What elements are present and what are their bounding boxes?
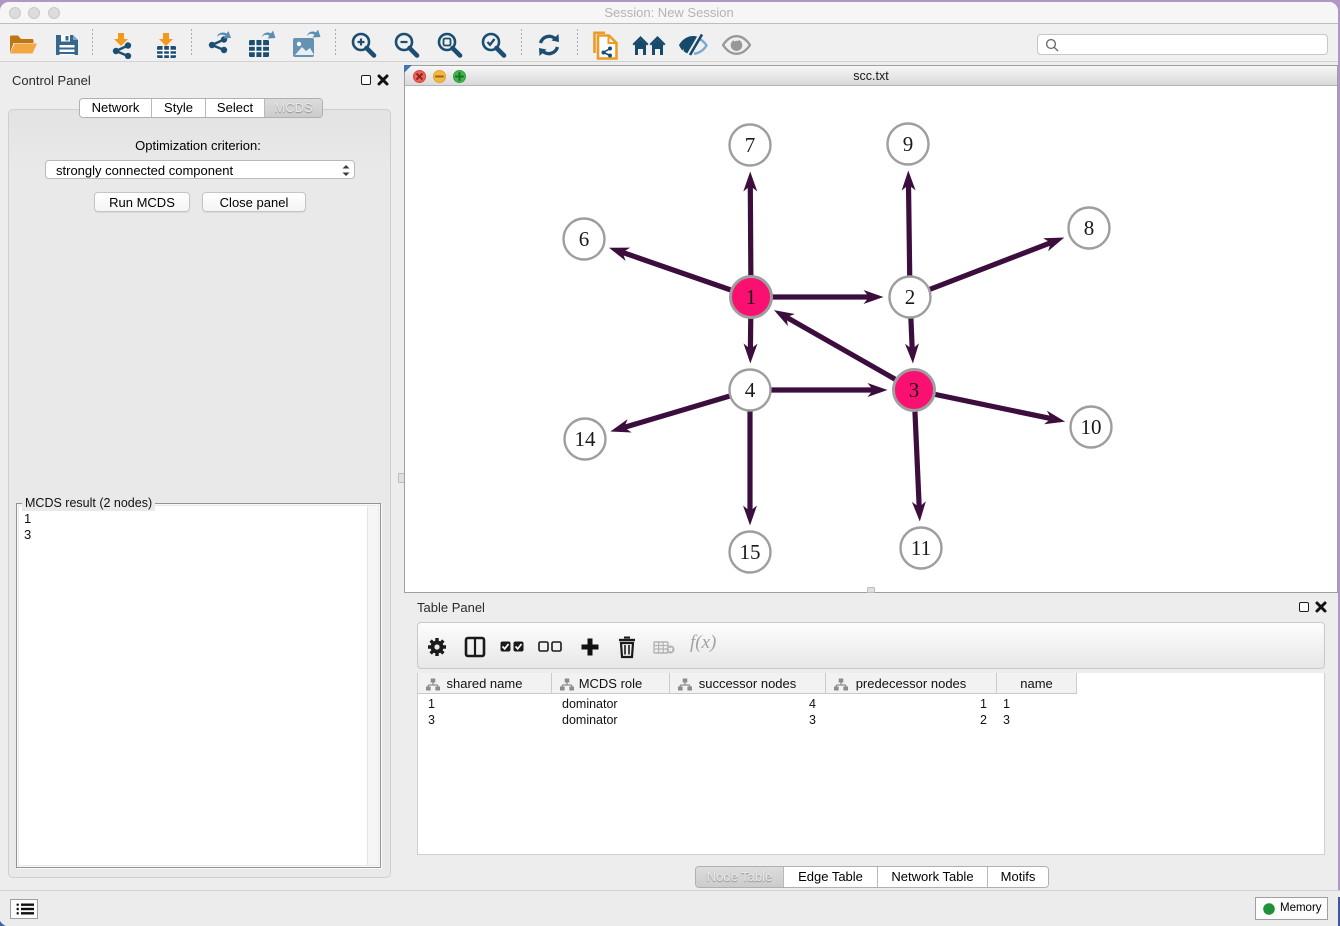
svg-text:7: 7 [745,133,756,157]
svg-text:2: 2 [905,285,916,309]
svg-text:3: 3 [909,378,920,402]
svg-text:6: 6 [579,227,590,251]
svg-text:10: 10 [1081,415,1102,439]
svg-text:14: 14 [575,427,597,451]
svg-text:15: 15 [740,540,761,564]
svg-text:4: 4 [745,378,756,402]
svg-text:11: 11 [911,536,931,560]
svg-text:8: 8 [1084,216,1095,240]
svg-text:9: 9 [903,132,914,156]
svg-text:1: 1 [746,285,757,309]
